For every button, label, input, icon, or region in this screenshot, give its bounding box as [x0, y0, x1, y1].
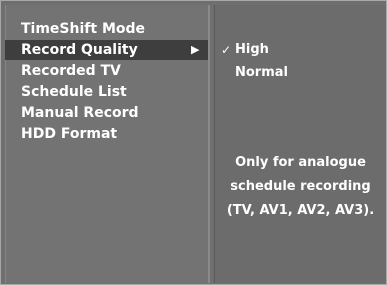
osd-menu-window: TimeShift Mode Record Quality ▶ Recorded… [0, 0, 387, 285]
menu-item-manual-record[interactable]: Manual Record [5, 103, 208, 123]
check-icon: ✓ [221, 43, 232, 57]
main-menu-panel: TimeShift Mode Record Quality ▶ Recorded… [5, 5, 210, 283]
menu-item-timeshift-mode[interactable]: TimeShift Mode [5, 19, 208, 39]
menu-item-label: Schedule List [21, 84, 127, 100]
note-line: (TV, AV1, AV2, AV3). [226, 203, 375, 218]
menu-item-label: Manual Record [21, 105, 139, 121]
option-label: Normal [235, 65, 288, 80]
note-line: schedule recording [230, 179, 371, 194]
menu-item-recorded-tv[interactable]: Recorded TV [5, 61, 208, 81]
menu-item-record-quality[interactable]: Record Quality ▶ [5, 40, 208, 60]
menu-item-label: HDD Format [21, 126, 118, 142]
option-normal[interactable]: Normal [235, 63, 288, 83]
option-high[interactable]: ✓ High [221, 40, 269, 60]
menu-item-hdd-format[interactable]: HDD Format [5, 124, 208, 144]
menu-item-label: TimeShift Mode [21, 21, 146, 37]
menu-item-label: Record Quality [21, 42, 138, 58]
note-line: Only for analogue [235, 155, 366, 170]
menu-item-label: Recorded TV [21, 63, 121, 79]
submenu-panel: ✓ High Normal Only for analogue schedule… [214, 5, 386, 283]
menu-item-schedule-list[interactable]: Schedule List [5, 82, 208, 102]
right-arrow-icon: ▶ [191, 43, 200, 56]
option-label: High [235, 42, 269, 57]
